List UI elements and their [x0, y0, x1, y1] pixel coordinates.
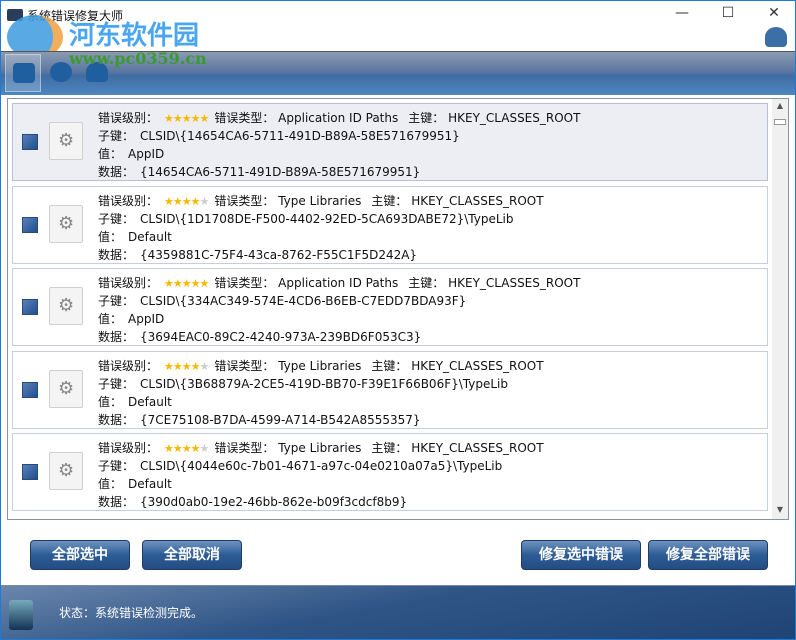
gear-icon: ⚙ — [58, 460, 75, 481]
list-item[interactable]: ⚙ 错误级别： ★★★★★ 错误类型： Type Libraries 主键： HKEY… — [12, 350, 768, 429]
row-line-subkey: 子键： CLSID\{1D1708DE-F500-4402-92ED-5CA693… — [98, 211, 514, 226]
error-type: Type Libraries — [278, 358, 362, 373]
subkey: CLSID\{1D1708DE-F500-4402-92ED-5CA693DAB… — [140, 211, 514, 226]
data: {4359881C-75F4-43ca-8762-F55C1F5D242A} — [140, 247, 418, 262]
row-line-data: 数据： {3694EAC0-89C2-4240-973A-239BD6F053C3… — [98, 330, 422, 344]
row-line-value: 值： AppID — [98, 147, 165, 161]
app-window: 系统错误修复大师 河东软件园 — ☐ ✕ www.pc0359.cn ▲ ▼ ⚙… — [0, 0, 796, 640]
deselect-all-button[interactable]: 全部取消 — [142, 540, 242, 570]
data: {7CE75108-B7DA-4599-A714-B542A8555357} — [140, 412, 421, 427]
row-line-subkey: 子键： CLSID\{14654CA6-5711-491D-B89A-58E571… — [98, 129, 460, 143]
user-icon[interactable] — [765, 27, 787, 47]
rating-stars: ★★★★★ — [164, 112, 209, 125]
row-line-value: 值： AppID — [98, 312, 165, 326]
list-item[interactable]: ⚙ 错误级别： ★★★★★ 错误类型： Application ID Paths 主键… — [12, 268, 768, 346]
data: {390d0ab0-19e2-46bb-862e-b09f3cdcf8b9} — [140, 495, 408, 509]
row-line-level: 错误级别： ★★★★★ 错误类型： Type Libraries 主键： HKEY_C… — [98, 441, 544, 455]
rating-stars: ★★★★★ — [164, 194, 209, 208]
row-line-level: 错误级别： ★★★★★ 错误类型： Application ID Paths 主键： … — [98, 276, 581, 290]
root-key: HKEY_CLASSES_ROOT — [411, 358, 544, 373]
list-item[interactable]: ⚙ 错误级别： ★★★★★ 错误类型： Application ID Paths 主键… — [12, 103, 768, 181]
data: {14654CA6-5711-491D-B89A-58E571679951} — [140, 165, 421, 179]
registry-file-icon: ⚙ — [49, 287, 83, 325]
row-line-data: 数据： {390d0ab0-19e2-46bb-862e-b09f3cdcf8b9… — [98, 495, 408, 509]
row-checkbox[interactable] — [22, 299, 38, 315]
gear-icon: ⚙ — [58, 377, 75, 399]
error-type: Application ID Paths — [278, 111, 399, 125]
minimize-button[interactable]: — — [667, 5, 697, 23]
scroll-thumb[interactable] — [774, 119, 786, 125]
row-line-value: 值： Default — [98, 394, 172, 409]
rating-stars: ★★★★★ — [164, 359, 209, 373]
computer-icon[interactable] — [5, 54, 41, 92]
list-item[interactable]: ⚙ 错误级别： ★★★★★ 错误类型： Type Libraries 主键： HKEY… — [12, 433, 768, 511]
select-all-button[interactable]: 全部选中 — [30, 540, 130, 570]
row-checkbox[interactable] — [22, 381, 38, 398]
subkey: CLSID\{14654CA6-5711-491D-B89A-58E571679… — [140, 129, 460, 143]
row-line-data: 数据： {14654CA6-5711-491D-B89A-58E571679951… — [98, 165, 421, 179]
value: AppID — [128, 147, 165, 161]
scroll-down-icon[interactable]: ▼ — [775, 505, 785, 515]
row-line-data: 数据： {7CE75108-B7DA-4599-A714-B542A8555357… — [98, 412, 421, 427]
row-line-subkey: 子键： CLSID\{3B68879A-2CE5-419D-BB70-F39E1F… — [98, 376, 508, 391]
watermark-text: 河东软件园 — [69, 21, 200, 51]
close-button[interactable]: ✕ — [759, 5, 789, 23]
list-item[interactable]: ⚙ 错误级别： ★★★★★ 错误类型： Type Libraries 主键： HKEY… — [12, 185, 768, 264]
computer-icon — [9, 600, 33, 630]
root-key: HKEY_CLASSES_ROOT — [448, 111, 581, 125]
gear-icon: ⚙ — [58, 212, 75, 234]
registry-file-icon: ⚙ — [49, 369, 83, 408]
row-line-subkey: 子键： CLSID\{334AC349-574E-4CD6-B6EB-C7EDD7… — [98, 294, 467, 308]
row-line-data: 数据： {4359881C-75F4-43ca-8762-F55C1F5D242A… — [98, 247, 418, 262]
maximize-button[interactable]: ☐ — [713, 5, 743, 23]
error-type: Application ID Paths — [278, 276, 399, 290]
root-key: HKEY_CLASSES_ROOT — [448, 276, 581, 290]
row-line-value: 值： Default — [98, 477, 172, 491]
registry-file-icon: ⚙ — [49, 452, 83, 490]
row-line-level: 错误级别： ★★★★★ 错误类型： Type Libraries 主键： HKEY_C… — [98, 358, 544, 373]
status-bar: 状态：系统错误检测完成。 — [1, 585, 795, 639]
root-key: HKEY_CLASSES_ROOT — [411, 193, 544, 208]
row-checkbox[interactable] — [22, 464, 38, 480]
row-line-level: 错误级别： ★★★★★ 错误类型： Type Libraries 主键： HKEY_C… — [98, 193, 544, 208]
gear-icon: ⚙ — [58, 130, 75, 151]
subkey: CLSID\{4044e60c-7b01-4671-a97c-04e0210a0… — [140, 459, 503, 473]
registry-file-icon: ⚙ — [49, 122, 83, 160]
scrollbar[interactable]: ▲ ▼ — [772, 99, 788, 519]
row-checkbox[interactable] — [22, 216, 38, 233]
data: {3694EAC0-89C2-4240-973A-239BD6F053C3} — [140, 330, 422, 344]
error-list: ▲ ▼ ⚙ 错误级别： ★★★★★ 错误类型： Application ID Pat… — [7, 98, 789, 520]
subkey: CLSID\{334AC349-574E-4CD6-B6EB-C7EDD7BDA… — [140, 294, 467, 308]
gear-icon: ⚙ — [58, 295, 75, 316]
root-key: HKEY_CLASSES_ROOT — [411, 441, 544, 455]
fix-all-button[interactable]: 修复全部错误 — [648, 540, 768, 570]
value: Default — [128, 394, 172, 409]
row-line-level: 错误级别： ★★★★★ 错误类型： Application ID Paths 主键： … — [98, 111, 581, 125]
subkey: CLSID\{3B68879A-2CE5-419D-BB70-F39E1F66B… — [140, 376, 508, 391]
error-type: Type Libraries — [278, 441, 362, 455]
row-line-value: 值： Default — [98, 229, 172, 244]
rating-stars: ★★★★★ — [164, 442, 209, 455]
rating-stars: ★★★★★ — [164, 277, 209, 290]
registry-file-icon: ⚙ — [49, 204, 83, 243]
row-line-subkey: 子键： CLSID\{4044e60c-7b01-4671-a97c-04e021… — [98, 459, 503, 473]
value: Default — [128, 477, 172, 491]
value: Default — [128, 229, 172, 244]
fix-selected-button[interactable]: 修复选中错误 — [521, 540, 641, 570]
status-text: 状态：系统错误检测完成。 — [59, 606, 204, 620]
value: AppID — [128, 312, 165, 326]
scroll-up-icon[interactable]: ▲ — [775, 101, 785, 111]
watermark-url: www.pc0359.cn — [69, 49, 207, 68]
error-type: Type Libraries — [278, 193, 362, 208]
row-checkbox[interactable] — [22, 134, 38, 150]
title-bar: 系统错误修复大师 河东软件园 — ☐ ✕ — [1, 1, 795, 59]
